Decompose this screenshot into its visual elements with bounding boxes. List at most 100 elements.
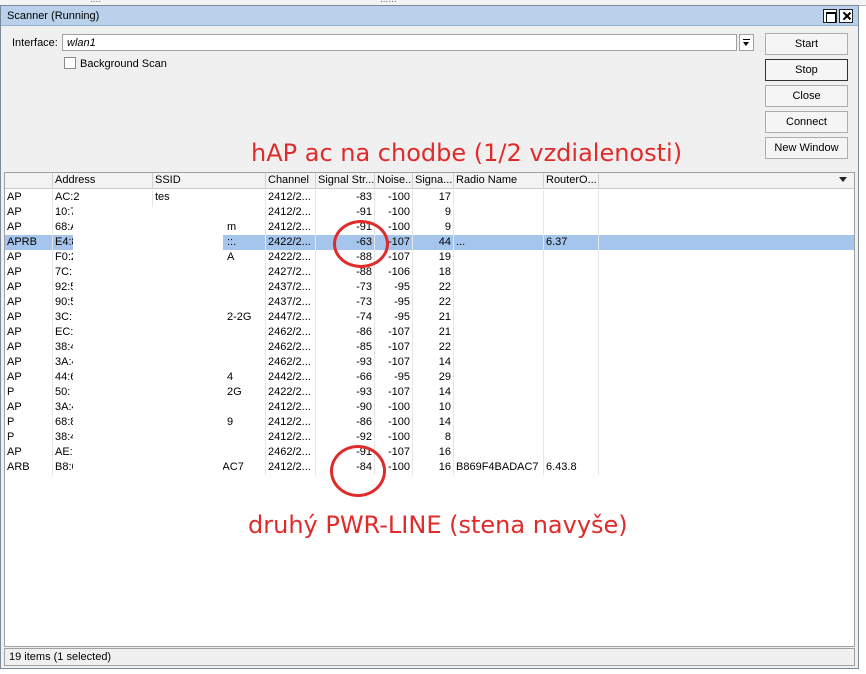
table-cell — [454, 415, 544, 430]
table-cell: AP — [5, 265, 53, 280]
table-cell: 2422/2... — [266, 235, 316, 250]
interface-input[interactable]: wlan1 — [62, 34, 737, 51]
ssid-fragment: 9 — [227, 416, 234, 428]
table-cell: -95 — [375, 370, 413, 385]
table-cell — [544, 190, 599, 205]
table-cell: tes — [153, 190, 266, 205]
table-cell: 10 — [413, 400, 454, 415]
scanner-window: Scanner (Running) Interface: wlan1 Backg… — [0, 5, 859, 669]
column-header[interactable]: Channel — [266, 173, 316, 189]
table-cell: 21 — [413, 310, 454, 325]
table-cell — [454, 295, 544, 310]
table-cell: -100 — [375, 400, 413, 415]
column-header[interactable]: Radio Name — [454, 173, 544, 189]
column-header[interactable]: Signa... — [413, 173, 454, 189]
table-cell: 2462/2... — [266, 355, 316, 370]
column-header[interactable]: Signal Str... — [316, 173, 375, 189]
table-cell: 2437/2... — [266, 280, 316, 295]
column-header[interactable]: Noise... — [375, 173, 413, 189]
table-cell: -66 — [316, 370, 375, 385]
column-header[interactable]: Address — [53, 173, 153, 189]
table-cell: 2437/2... — [266, 295, 316, 310]
table-cell: 9 — [413, 205, 454, 220]
table-cell: 2442/2... — [266, 370, 316, 385]
column-menu-icon[interactable] — [839, 177, 847, 182]
table-cell: AP — [5, 370, 53, 385]
new-window-button[interactable]: New Window — [765, 137, 848, 159]
table-cell — [454, 370, 544, 385]
table-cell: 21 — [413, 325, 454, 340]
ssid-fragment: 2-2G — [227, 311, 252, 323]
table-cell: 22 — [413, 295, 454, 310]
redaction-block — [73, 206, 125, 220]
table-cell: 2462/2... — [266, 340, 316, 355]
column-header[interactable]: RouterO... — [544, 173, 599, 189]
table-cell: AP — [5, 340, 53, 355]
table-cell: 6.37 — [544, 235, 599, 250]
title-bar[interactable]: Scanner (Running) — [1, 6, 858, 26]
close-icon[interactable] — [839, 9, 853, 23]
table-cell: -107 — [375, 340, 413, 355]
connect-button[interactable]: Connect — [765, 111, 848, 133]
table-cell: AP — [5, 400, 53, 415]
table-cell — [544, 430, 599, 445]
table-cell: 9 — [413, 220, 454, 235]
table-cell: 22 — [413, 280, 454, 295]
background-scan-checkbox[interactable] — [64, 57, 76, 69]
stop-button[interactable]: Stop — [765, 59, 848, 81]
table-cell: 19 — [413, 250, 454, 265]
table-header: Address SSID Channel Signal Str... Noise... S… — [5, 173, 854, 189]
start-button[interactable]: Start — [765, 33, 848, 55]
ssid-fragment: A — [227, 251, 235, 263]
interface-value: wlan1 — [67, 37, 96, 49]
table-cell: ARB — [5, 460, 53, 475]
table-cell — [454, 310, 544, 325]
interface-dropdown-icon[interactable] — [739, 34, 754, 51]
table-cell: 14 — [413, 385, 454, 400]
table-cell: -100 — [375, 190, 413, 205]
table-cell: 2447/2... — [266, 310, 316, 325]
table-cell: 14 — [413, 415, 454, 430]
table-cell: AP — [5, 355, 53, 370]
table-cell: -92 — [316, 430, 375, 445]
table-cell — [454, 265, 544, 280]
table-cell — [544, 295, 599, 310]
table-cell: 2412/2... — [266, 400, 316, 415]
table-cell — [544, 265, 599, 280]
ssid-fragment: 2G — [227, 386, 242, 398]
table-cell — [544, 385, 599, 400]
annotation-circle-bottom — [330, 445, 386, 497]
table-cell — [454, 190, 544, 205]
table-cell: -100 — [375, 205, 413, 220]
table-cell — [544, 415, 599, 430]
table-cell: -83 — [316, 190, 375, 205]
table-cell — [544, 310, 599, 325]
table-cell: 2412/2... — [266, 205, 316, 220]
table-cell — [544, 445, 599, 460]
column-header[interactable]: SSID — [153, 173, 266, 189]
close-button[interactable]: Close — [765, 85, 848, 107]
table-cell — [454, 205, 544, 220]
maximize-icon[interactable] — [823, 9, 837, 23]
table-cell — [454, 385, 544, 400]
table-cell: 14 — [413, 355, 454, 370]
table-cell: -93 — [316, 355, 375, 370]
status-bar: 19 items (1 selected) — [4, 648, 855, 666]
table-cell: AP — [5, 220, 53, 235]
column-header[interactable] — [5, 173, 53, 189]
table-cell: -73 — [316, 295, 375, 310]
table-cell: 18 — [413, 265, 454, 280]
table-cell: 2412/2... — [266, 220, 316, 235]
table-cell: 2462/2... — [266, 445, 316, 460]
table-cell: -91 — [316, 205, 375, 220]
scan-results-table[interactable]: Address SSID Channel Signal Str... Noise... S… — [4, 172, 855, 647]
redaction-block — [73, 207, 223, 487]
table-row[interactable]: AP AC:2 tes 2412/2... -83 -100 17 — [5, 190, 854, 205]
ssid-fragment: ::. — [227, 236, 237, 248]
table-cell: 2412/2... — [266, 460, 316, 475]
table-cell — [544, 280, 599, 295]
table-cell — [454, 340, 544, 355]
table-cell: 2412/2... — [266, 430, 316, 445]
annotation-top: hAP ac na chodbe (1/2 vzdialenosti) — [251, 139, 683, 167]
table-cell: -107 — [375, 385, 413, 400]
